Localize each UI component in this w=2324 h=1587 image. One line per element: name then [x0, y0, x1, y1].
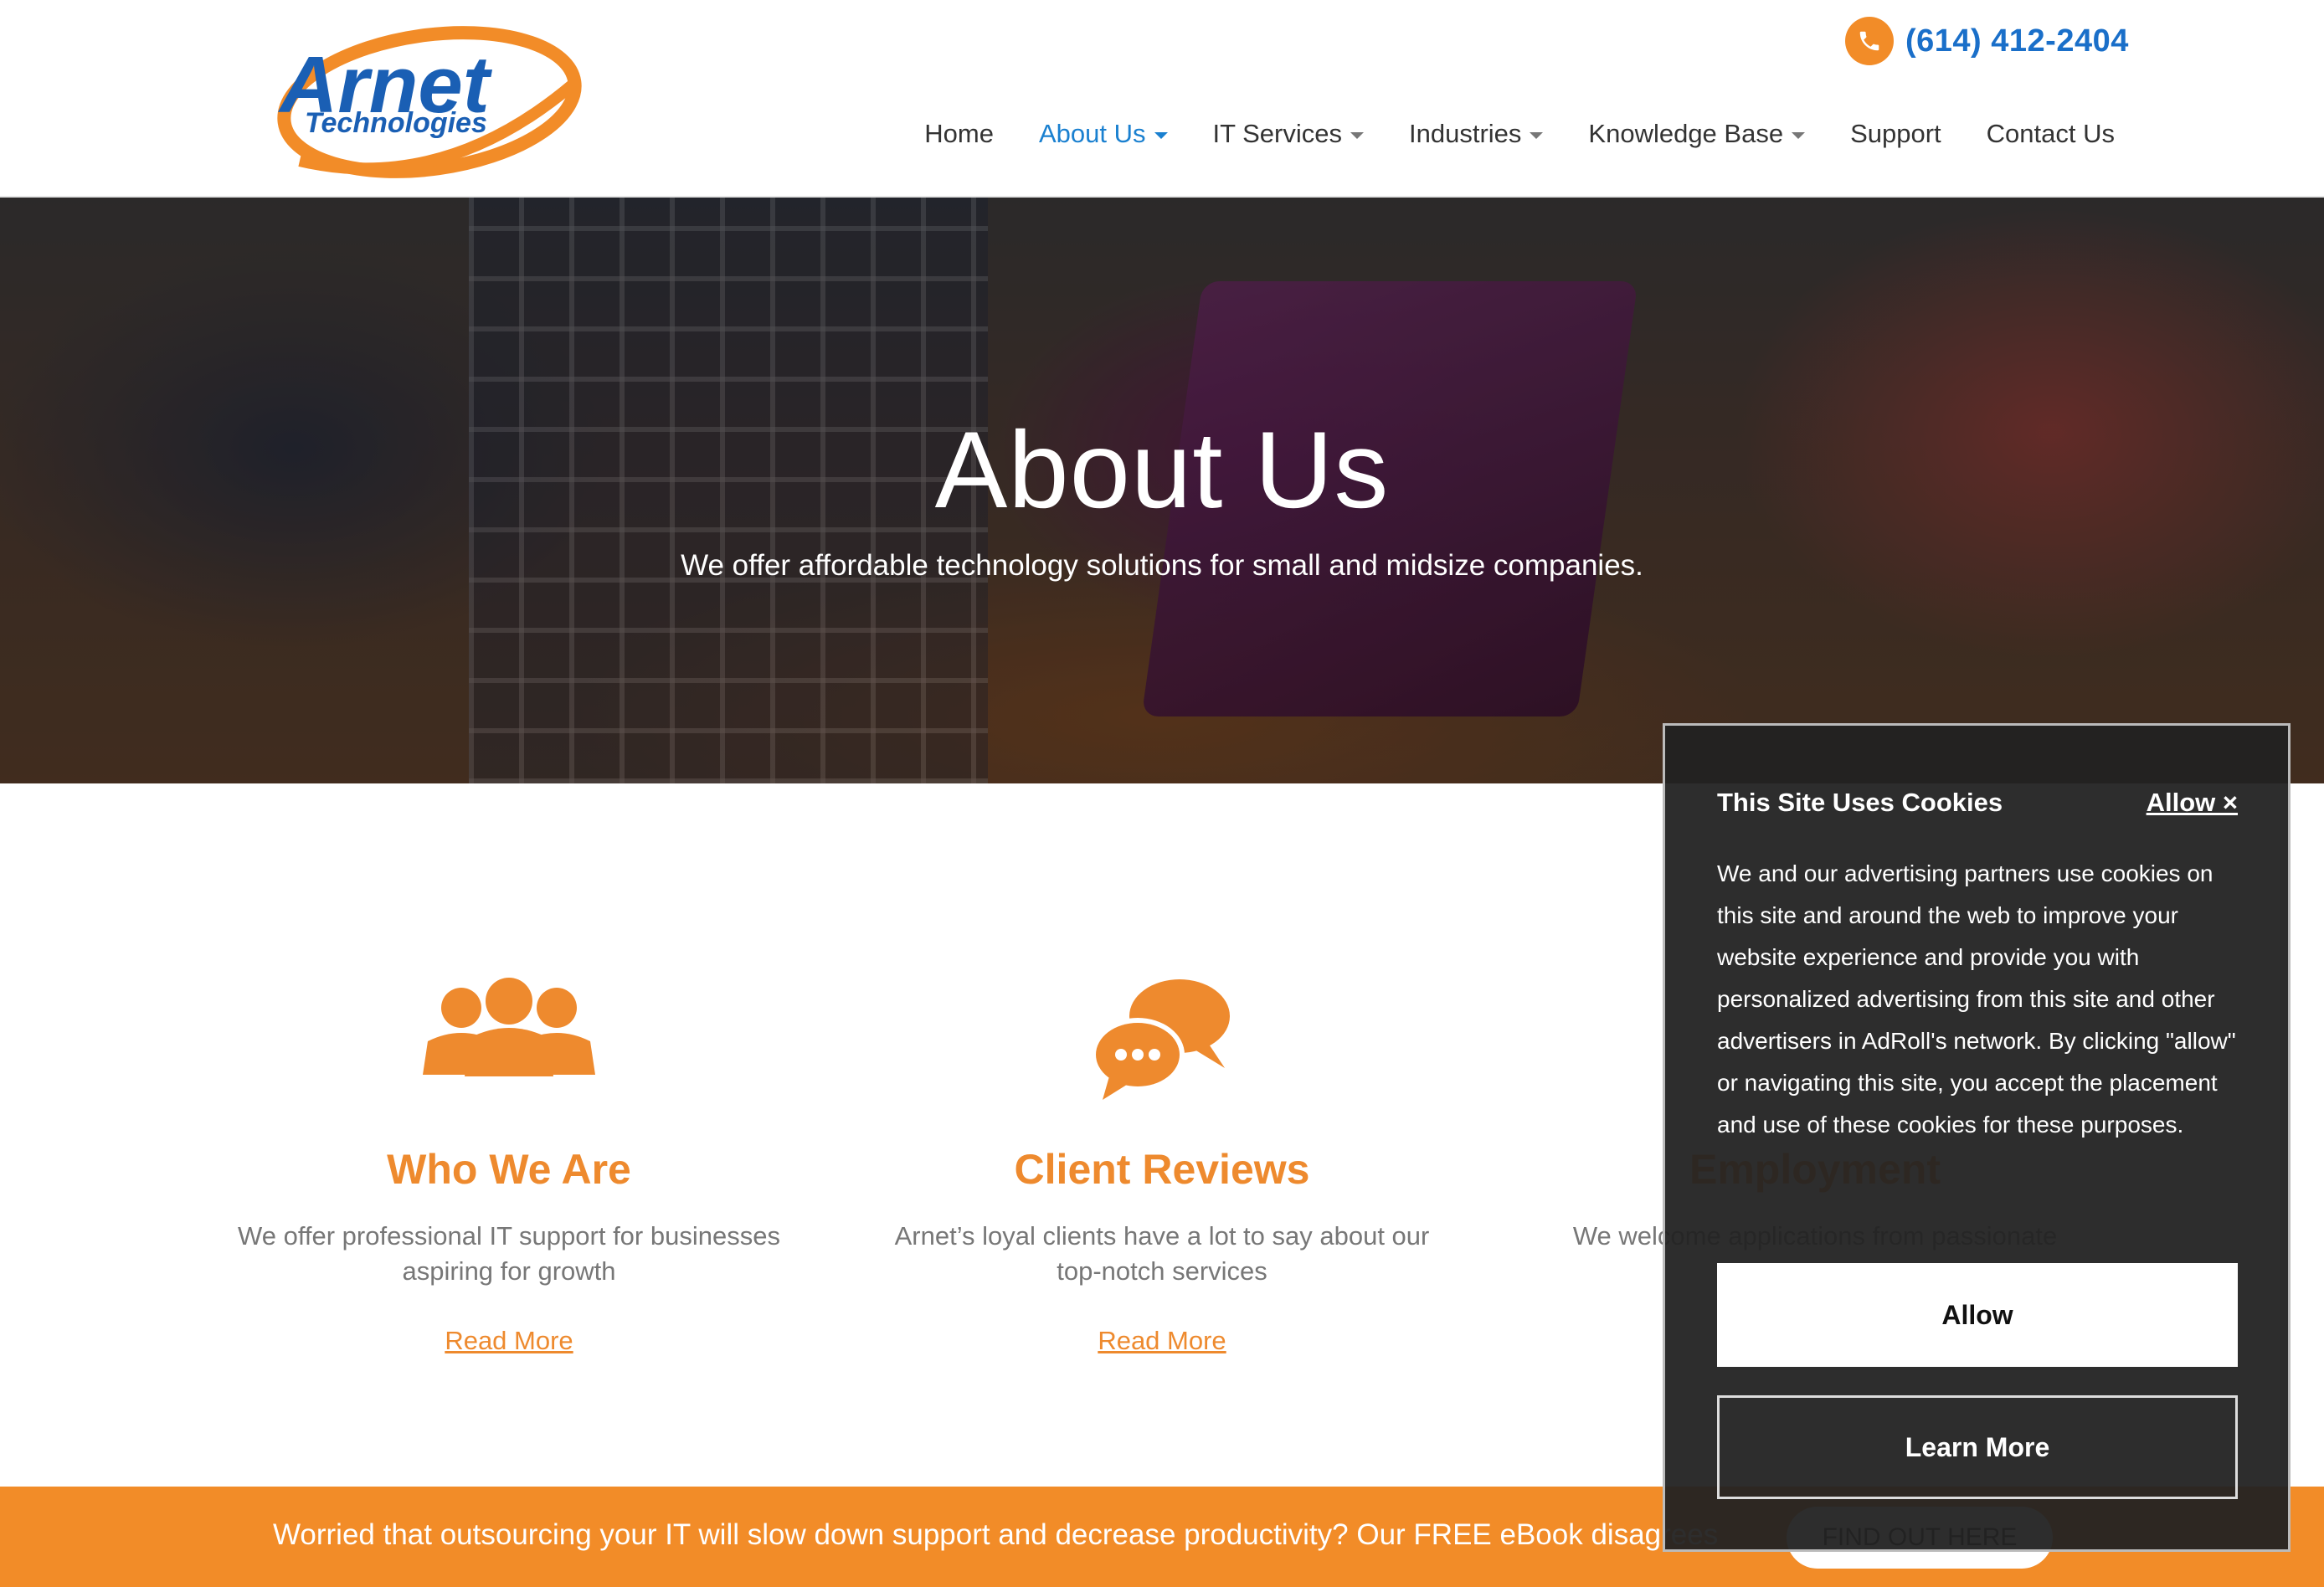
cookie-body-text: We and our advertising partners use cook…: [1717, 860, 2236, 1138]
nav-home[interactable]: Home: [924, 119, 994, 149]
nav-contact-us-label: Contact Us: [1986, 119, 2115, 148]
feature-title: Who We Are: [387, 1146, 631, 1193]
people-group-icon: [421, 976, 597, 1081]
hero-subtitle: We offer affordable technology solutions…: [681, 549, 1643, 582]
read-more-link[interactable]: Read More: [208, 1326, 810, 1356]
nav-support[interactable]: Support: [1850, 119, 1941, 149]
nav-industries-label: Industries: [1409, 119, 1522, 148]
nav-knowledge-base-label: Knowledge Base: [1588, 119, 1784, 148]
chat-bubbles-icon: [1091, 976, 1233, 1106]
nav-about-us-label: About Us: [1039, 119, 1146, 148]
caret-down-icon: [1530, 131, 1544, 139]
phone-icon: [1845, 17, 1894, 65]
hero-banner: About Us We offer affordable technology …: [0, 198, 2324, 783]
cookie-title: This Site Uses Cookies: [1717, 788, 2003, 817]
nav-about-us[interactable]: About Us: [1039, 119, 1168, 149]
nav-knowledge-base[interactable]: Knowledge Base: [1588, 119, 1806, 149]
read-more-link[interactable]: Read More: [861, 1326, 1463, 1356]
page-title: About Us: [934, 408, 1390, 531]
nav-industries[interactable]: Industries: [1409, 119, 1544, 149]
main-nav: Home About Us IT Services Industries Kno…: [924, 119, 2115, 149]
nav-support-label: Support: [1850, 119, 1941, 148]
phone-contact[interactable]: (614) 412-2404: [1845, 17, 2129, 65]
feature-description: Arnet’s loyal clients have a lot to say …: [894, 1221, 1430, 1286]
caret-down-icon: [1350, 131, 1364, 139]
cookie-consent-dialog: This Site Uses Cookies Allow × We and ou…: [1663, 723, 2291, 1552]
caret-down-icon: [1792, 131, 1806, 139]
nav-it-services[interactable]: IT Services: [1213, 119, 1364, 149]
phone-number[interactable]: (614) 412-2404: [1905, 23, 2129, 59]
feature-title: Client Reviews: [1014, 1146, 1310, 1193]
caret-down-icon: [1154, 131, 1168, 139]
learn-more-button[interactable]: Learn More: [1717, 1395, 2238, 1499]
feature-description: We offer professional IT support for bus…: [238, 1221, 780, 1286]
banner-text: Worried that outsourcing your IT will sl…: [273, 1518, 1719, 1551]
nav-home-label: Home: [924, 119, 994, 148]
nav-it-services-label: IT Services: [1212, 119, 1342, 148]
allow-close-link[interactable]: Allow ×: [2147, 788, 2238, 818]
allow-button[interactable]: Allow: [1717, 1263, 2238, 1367]
logo-text-technologies: Technologies: [305, 107, 487, 139]
arnet-logo[interactable]: Arnet Technologies: [275, 18, 584, 182]
logo-graphic: Arnet Technologies: [277, 26, 582, 178]
site-header: Arnet Technologies (614) 412-2404 Home A…: [0, 0, 2324, 198]
nav-contact-us[interactable]: Contact Us: [1987, 119, 2115, 149]
